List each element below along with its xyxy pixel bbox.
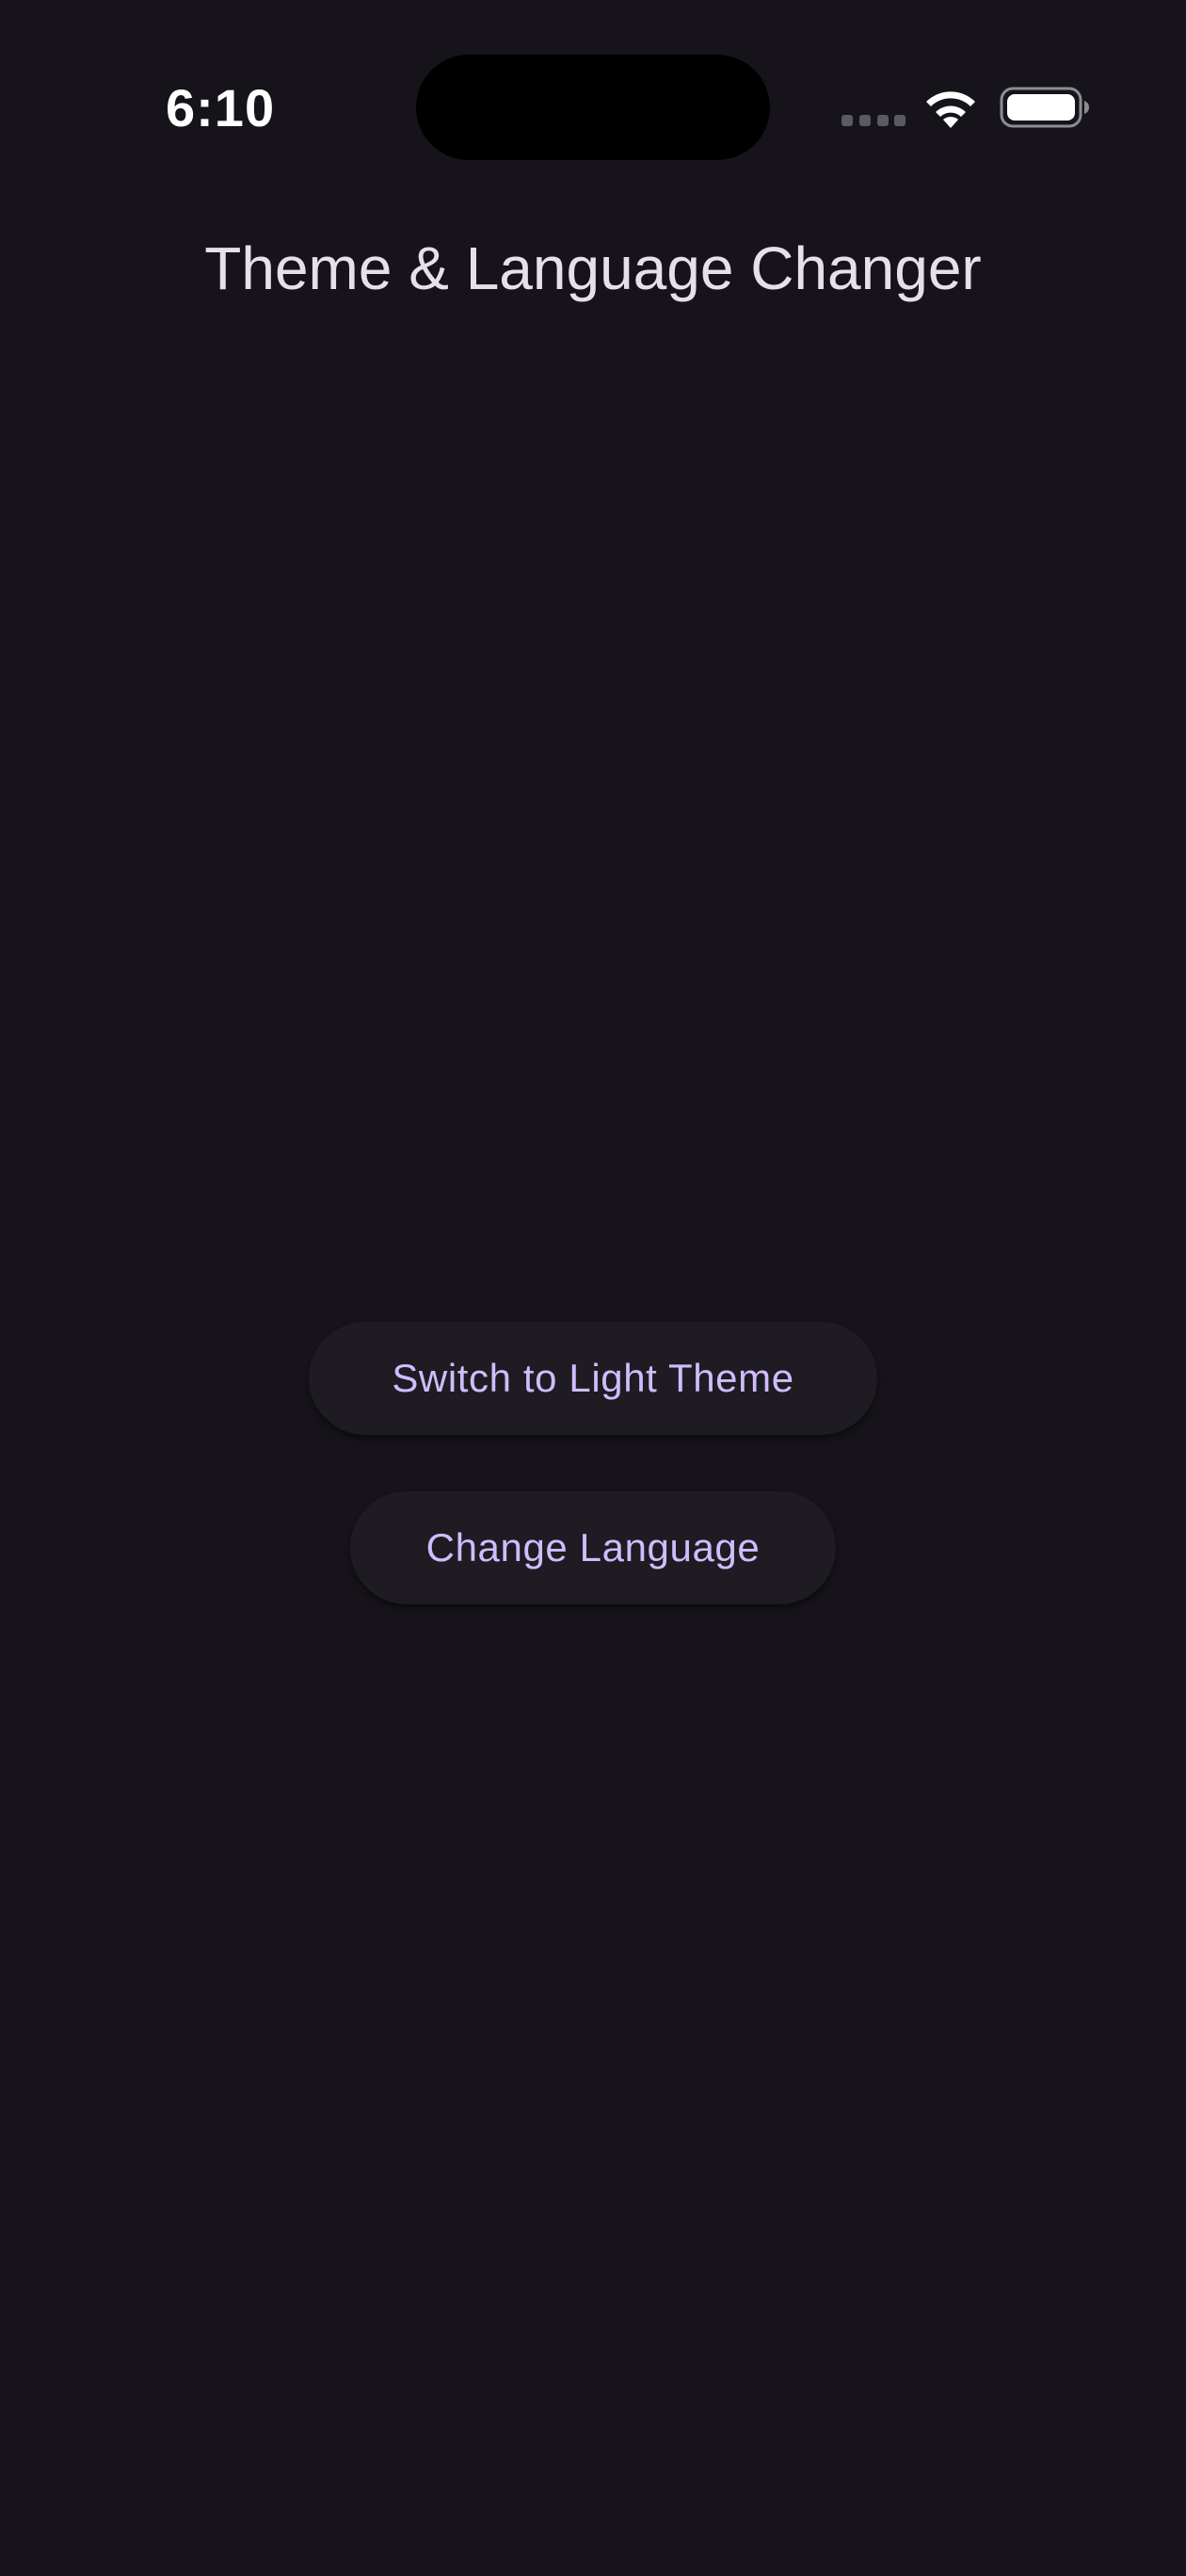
battery-icon (1000, 87, 1089, 128)
page-title: Theme & Language Changer (204, 234, 982, 302)
status-time: 6:10 (166, 78, 276, 137)
switch-theme-button[interactable]: Switch to Light Theme (309, 1322, 877, 1435)
change-language-button[interactable]: Change Language (350, 1491, 836, 1604)
signal-dots-icon (841, 115, 906, 126)
dynamic-island (416, 55, 770, 160)
wifi-icon (926, 91, 975, 128)
status-bar: 6:10 (0, 0, 1186, 217)
